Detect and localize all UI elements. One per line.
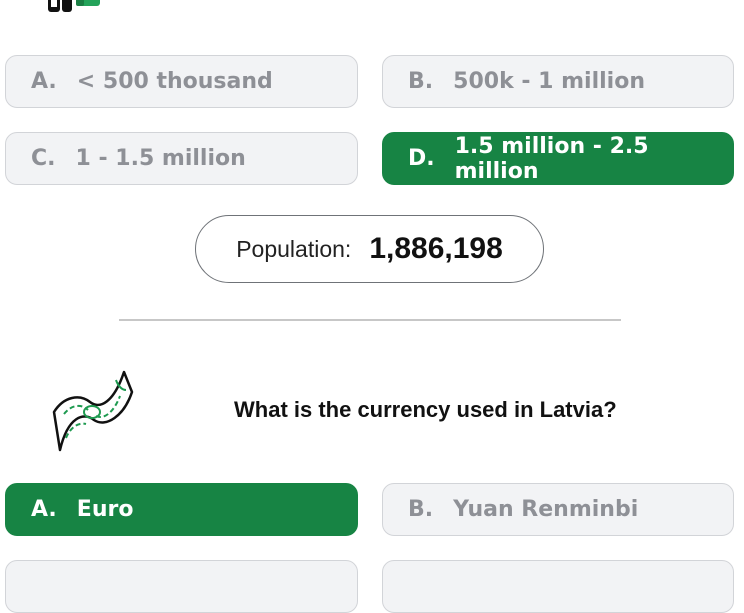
option-letter: B. bbox=[408, 497, 434, 522]
question-text: What is the currency used in Latvia? bbox=[234, 397, 617, 422]
option-letter: C. bbox=[31, 146, 56, 171]
answer-option-c[interactable] bbox=[5, 560, 358, 613]
option-letter: A. bbox=[31, 69, 57, 94]
population-label: Population: bbox=[236, 235, 352, 262]
option-letter: A. bbox=[31, 497, 57, 522]
answer-option-d[interactable] bbox=[382, 560, 734, 613]
population-value: 1,886,198 bbox=[369, 232, 503, 265]
population-icon bbox=[48, 0, 100, 12]
option-text: Yuan Renminbi bbox=[453, 497, 639, 522]
answer-option-d[interactable]: D. 1.5 million - 2.5 million bbox=[382, 132, 734, 185]
answer-option-c[interactable]: C. 1 - 1.5 million bbox=[5, 132, 358, 185]
answer-option-b[interactable]: B. Yuan Renminbi bbox=[382, 483, 734, 536]
option-letter: D. bbox=[408, 146, 435, 171]
answer-option-b[interactable]: B. 500k - 1 million bbox=[382, 55, 734, 108]
population-result: Population: 1,886,198 bbox=[195, 215, 544, 283]
answer-option-a[interactable]: A. < 500 thousand bbox=[5, 55, 358, 108]
money-banknote-icon bbox=[52, 370, 134, 452]
decorative-fragment-icon bbox=[440, 0, 480, 4]
option-text: 1.5 million - 2.5 million bbox=[454, 133, 649, 184]
option-text: 500k - 1 million bbox=[453, 69, 645, 94]
option-text: < 500 thousand bbox=[76, 69, 273, 94]
option-text: Euro bbox=[76, 497, 134, 522]
option-text: 1 - 1.5 million bbox=[75, 146, 246, 171]
option-letter: B. bbox=[408, 69, 434, 94]
section-divider bbox=[119, 319, 621, 321]
answer-option-a[interactable]: A. Euro bbox=[5, 483, 358, 536]
